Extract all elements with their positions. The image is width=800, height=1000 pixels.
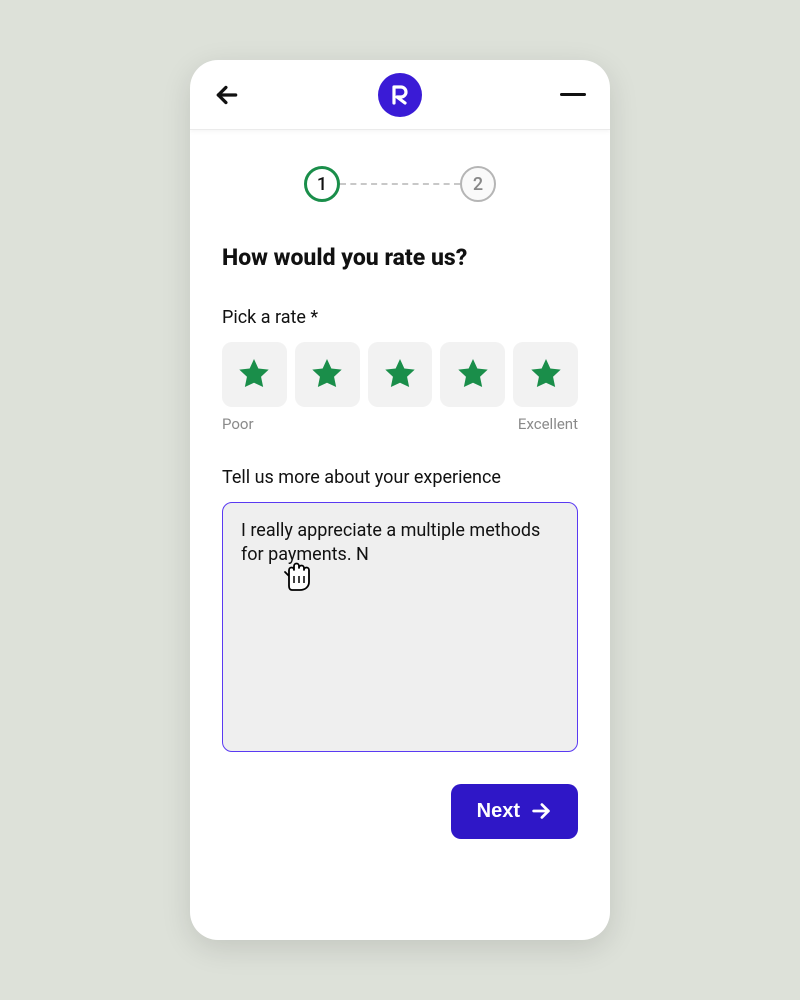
star-2[interactable] xyxy=(295,342,360,407)
footer-actions: Next xyxy=(222,784,578,839)
menu-icon xyxy=(560,93,586,96)
main-content: 1 2 How would you rate us? Pick a rate * xyxy=(190,130,610,940)
arrow-left-icon xyxy=(214,82,240,108)
step-indicator: 1 2 xyxy=(222,166,578,202)
logo-r-icon xyxy=(388,83,412,107)
star-3[interactable] xyxy=(368,342,433,407)
star-1[interactable] xyxy=(222,342,287,407)
step-connector xyxy=(340,183,460,185)
step-1: 1 xyxy=(304,166,340,202)
experience-field-wrap xyxy=(222,502,578,756)
star-icon xyxy=(236,356,272,392)
star-4[interactable] xyxy=(440,342,505,407)
star-5[interactable] xyxy=(513,342,578,407)
rating-label: Pick a rate * xyxy=(222,307,578,328)
menu-button[interactable] xyxy=(558,93,588,96)
star-icon xyxy=(528,356,564,392)
rating-scale-labels: Poor Excellent xyxy=(222,415,578,433)
experience-textarea[interactable] xyxy=(222,502,578,752)
star-icon xyxy=(309,356,345,392)
page-title: How would you rate us? xyxy=(222,244,578,271)
experience-label: Tell us more about your experience xyxy=(222,467,578,488)
step-2: 2 xyxy=(460,166,496,202)
scale-low-label: Poor xyxy=(222,415,254,433)
star-rating xyxy=(222,342,578,407)
top-bar xyxy=(190,60,610,130)
back-button[interactable] xyxy=(212,80,242,110)
next-button[interactable]: Next xyxy=(451,784,578,839)
brand-logo xyxy=(378,73,422,117)
scale-high-label: Excellent xyxy=(518,415,578,433)
arrow-right-icon xyxy=(530,800,552,822)
star-icon xyxy=(455,356,491,392)
star-icon xyxy=(382,356,418,392)
phone-frame: 1 2 How would you rate us? Pick a rate * xyxy=(190,60,610,940)
next-button-label: Next xyxy=(477,800,520,823)
